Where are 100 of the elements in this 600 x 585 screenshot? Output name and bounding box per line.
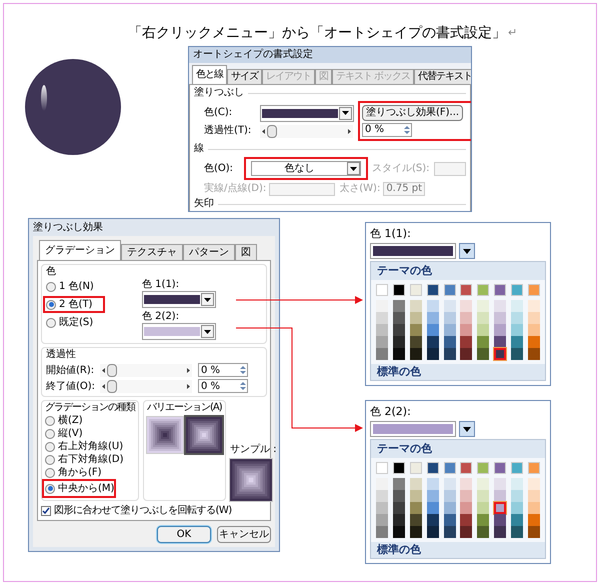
color-cell[interactable]: [477, 490, 490, 502]
color-cell[interactable]: [410, 502, 422, 514]
color-cell[interactable]: [444, 526, 456, 538]
color-cell[interactable]: [376, 336, 388, 348]
color-cell[interactable]: [426, 348, 439, 360]
dialog-button[interactable]: OK: [157, 526, 211, 543]
radio-button[interactable]: [45, 454, 55, 464]
color-cell[interactable]: [511, 300, 523, 312]
color-cell[interactable]: [376, 312, 388, 324]
color-cell[interactable]: [494, 348, 506, 360]
color-cell[interactable]: [494, 284, 506, 296]
color-cell[interactable]: [494, 502, 506, 514]
color-dropdown[interactable]: [260, 104, 354, 122]
color-cell[interactable]: [426, 324, 439, 336]
slider-thumb[interactable]: [107, 364, 117, 376]
color-cell[interactable]: [460, 348, 472, 360]
color-cell[interactable]: [444, 348, 456, 360]
color-cell[interactable]: [444, 284, 456, 296]
dropdown-button[interactable]: [201, 293, 214, 306]
dialog-button[interactable]: キャンセル: [217, 526, 271, 543]
color-cell[interactable]: [460, 300, 472, 312]
color-cell[interactable]: [376, 284, 388, 296]
right-arrow-icon[interactable]: [187, 384, 190, 388]
color-cell[interactable]: [528, 490, 540, 502]
color-cell[interactable]: [426, 478, 439, 490]
right-arrow-icon[interactable]: [187, 368, 190, 372]
color-cell[interactable]: [376, 348, 388, 360]
checkbox[interactable]: [41, 506, 51, 516]
dropdown-button[interactable]: [347, 162, 360, 175]
color-field[interactable]: [370, 243, 456, 259]
tab[interactable]: 図: [235, 244, 257, 260]
color-cell[interactable]: [460, 502, 472, 514]
radio-button[interactable]: [45, 468, 55, 478]
color-cell[interactable]: [477, 284, 490, 296]
color-cell[interactable]: [410, 324, 422, 336]
color-cell[interactable]: [376, 502, 388, 514]
color-cell[interactable]: [410, 300, 422, 312]
spinner-field[interactable]: 0 %: [198, 363, 248, 377]
line-color-dropdown[interactable]: 色なし: [251, 161, 362, 176]
color-cell[interactable]: [392, 490, 405, 502]
color-cell[interactable]: [426, 312, 439, 324]
color-cell[interactable]: [392, 312, 405, 324]
color-cell[interactable]: [494, 462, 506, 474]
color-cell[interactable]: [460, 462, 472, 474]
color-cell[interactable]: [511, 348, 523, 360]
spinner-field[interactable]: 0 %: [198, 379, 248, 393]
color-cell[interactable]: [410, 312, 422, 324]
color-cell[interactable]: [444, 336, 456, 348]
color-field[interactable]: [370, 421, 456, 437]
color-cell[interactable]: [410, 336, 422, 348]
color-cell[interactable]: [426, 336, 439, 348]
color-dropdown[interactable]: [142, 291, 216, 308]
color-cell[interactable]: [460, 526, 472, 538]
color-cell[interactable]: [460, 284, 472, 296]
color-cell[interactable]: [392, 502, 405, 514]
color-dropdown[interactable]: [142, 323, 216, 340]
color-cell[interactable]: [528, 336, 540, 348]
color-cell[interactable]: [444, 312, 456, 324]
color-cell[interactable]: [494, 478, 506, 490]
color-cell[interactable]: [477, 336, 490, 348]
color-cell[interactable]: [511, 284, 523, 296]
color-cell[interactable]: [528, 300, 540, 312]
radio-button[interactable]: [46, 300, 56, 310]
tab[interactable]: サイズ: [227, 69, 262, 84]
spinner-field[interactable]: 0 %: [362, 123, 412, 137]
color-cell[interactable]: [511, 514, 523, 526]
color-cell[interactable]: [444, 502, 456, 514]
color-cell[interactable]: [477, 312, 490, 324]
color-cell[interactable]: [511, 478, 523, 490]
color-cell[interactable]: [494, 490, 506, 502]
color-cell[interactable]: [392, 348, 405, 360]
color-cell[interactable]: [426, 284, 439, 296]
color-cell[interactable]: [460, 324, 472, 336]
color-cell[interactable]: [376, 490, 388, 502]
color-cell[interactable]: [392, 336, 405, 348]
color-cell[interactable]: [410, 462, 422, 474]
color-cell[interactable]: [511, 336, 523, 348]
color-cell[interactable]: [511, 462, 523, 474]
color-cell[interactable]: [494, 300, 506, 312]
radio-button[interactable]: [45, 484, 55, 494]
color-cell[interactable]: [528, 348, 540, 360]
color-cell[interactable]: [477, 300, 490, 312]
color-cell[interactable]: [392, 462, 405, 474]
color-cell[interactable]: [426, 462, 439, 474]
radio-button[interactable]: [45, 416, 55, 426]
color-cell[interactable]: [477, 478, 490, 490]
radio-button[interactable]: [45, 442, 55, 452]
color-cell[interactable]: [494, 312, 506, 324]
color-cell[interactable]: [477, 502, 490, 514]
color-cell[interactable]: [444, 514, 456, 526]
color-cell[interactable]: [477, 348, 490, 360]
color-cell[interactable]: [494, 336, 506, 348]
color-cell[interactable]: [460, 336, 472, 348]
color-cell[interactable]: [392, 478, 405, 490]
color-cell[interactable]: [494, 324, 506, 336]
dropdown-button[interactable]: [459, 421, 475, 437]
tab[interactable]: グラデーション: [39, 240, 121, 260]
tab[interactable]: 色と線: [192, 65, 227, 84]
left-arrow-icon[interactable]: [102, 368, 105, 372]
color-cell[interactable]: [376, 462, 388, 474]
